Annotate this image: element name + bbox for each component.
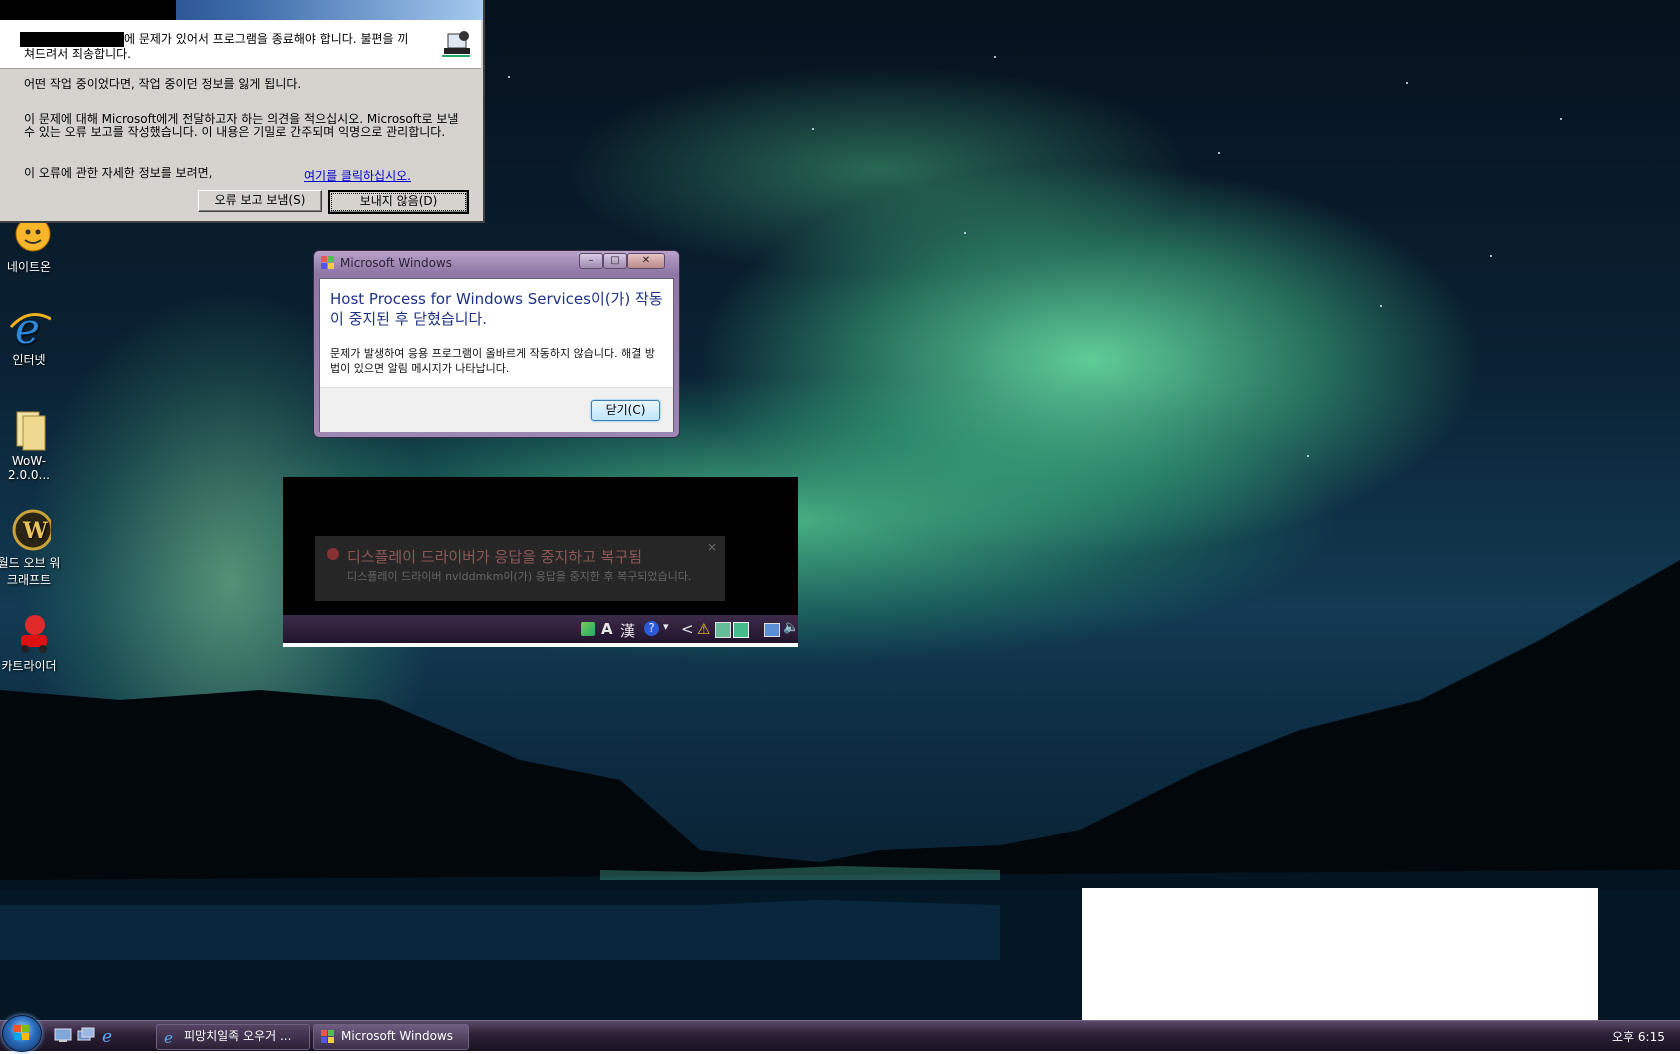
application-icon (321, 1030, 334, 1043)
ime-tool-icon[interactable] (581, 622, 595, 636)
redacted-program-name (20, 32, 124, 47)
network-icon[interactable] (715, 622, 731, 638)
desktop-icon-label: 월드 오브 워크래프트 (0, 556, 61, 587)
captured-taskbar-tray: A 漢 ? ▾ < ⚠ 🔈 (283, 615, 798, 643)
taskbar-button-label: 피망치일족 오우거 ... (184, 1029, 292, 1043)
kartrider-icon (7, 611, 51, 655)
taskbar-button-microsoft-windows[interactable]: Microsoft Windows (313, 1024, 469, 1050)
close-icon: ✕ (641, 255, 651, 266)
ime-mode-a[interactable]: A (601, 620, 613, 638)
internet-explorer-quicklaunch-icon[interactable]: e (100, 1027, 118, 1043)
desktop-icon-kartrider[interactable]: 카트라이더 (0, 611, 64, 674)
desktop-icon-world-of-warcraft[interactable]: W 월드 오브 워크래프트 (0, 508, 64, 588)
send-report-button[interactable]: 오류 보고 보냄(S) (198, 190, 322, 212)
application-icon (321, 256, 334, 269)
feedback-notice: 이 문제에 대해 Microsoft에게 전달하고자 하는 의견을 적으십시오.… (24, 112, 459, 139)
desktop-icon-label: 카트라이더 (1, 659, 57, 673)
security-check-icon[interactable] (733, 622, 749, 638)
maximize-button[interactable]: □ (603, 253, 627, 269)
svg-text:e: e (164, 1029, 173, 1045)
error-report-computer-icon (442, 31, 470, 57)
driver-recovered-balloon: 디스플레이 드라이버가 응답을 중지하고 복구됨 디스플레이 드라이버 nvld… (315, 536, 725, 601)
maximize-icon: □ (610, 255, 620, 266)
svg-text:e: e (102, 1027, 112, 1043)
switch-windows-icon[interactable] (77, 1027, 95, 1043)
dialog-title: Microsoft Windows (340, 256, 452, 270)
error-report-titlebar[interactable] (0, 0, 483, 20)
taskbar-button-browser[interactable]: e 피망치일족 오우거 ... (156, 1024, 310, 1050)
redacted-title (0, 0, 176, 20)
desktop-icon-wow-folder[interactable]: WoW-2.0.0... (0, 408, 64, 482)
main-instruction: Host Process for Windows Services이(가) 작동… (330, 290, 663, 328)
show-desktop-icon[interactable] (54, 1027, 72, 1043)
windows-error-dialog: Microsoft Windows – □ ✕ Host Process for… (313, 250, 680, 438)
close-window-button[interactable]: ✕ (627, 253, 665, 269)
strip-bottom-line (283, 643, 798, 647)
balloon-title: 디스플레이 드라이버가 응답을 중지하고 복구됨 (347, 548, 643, 566)
start-button[interactable] (2, 1015, 42, 1052)
ime-options-icon[interactable]: ▾ (663, 620, 669, 633)
close-button[interactable]: 닫기(C) (591, 400, 660, 421)
warning-icon[interactable]: ⚠ (697, 620, 710, 638)
desktop-icon-label: 네이트온 (6, 260, 52, 274)
dialog-footer: 닫기(C) (320, 387, 673, 432)
balloon-close-icon[interactable]: × (707, 540, 717, 554)
volume-icon[interactable]: 🔈 (783, 620, 798, 635)
desktop-icon-label: 인터넷 (12, 353, 46, 367)
ime-hanja[interactable]: 漢 (620, 620, 635, 641)
data-loss-notice: 어떤 작업 중이었다면, 작업 중이던 정보를 잃게 됩니다. (24, 77, 302, 91)
minimize-icon: – (588, 255, 594, 266)
dialog-client-area: Host Process for Windows Services이(가) 작동… (319, 278, 674, 432)
dialog-content-text: 문제가 발생하여 응용 프로그램이 올바르게 작동하지 않습니다. 해결 방법이… (330, 347, 655, 375)
desktop-icon-internet[interactable]: e 인터넷 (0, 304, 64, 368)
world-of-warcraft-icon: W (7, 508, 54, 552)
minimize-button[interactable]: – (579, 253, 603, 269)
svg-text:W: W (22, 518, 48, 544)
details-link[interactable]: 여기를 클릭하십시오. (304, 167, 411, 184)
svg-text:e: e (15, 305, 40, 349)
internet-explorer-icon: e (7, 304, 52, 353)
error-report-header: 에 문제가 있어서 프로그램을 종료해야 합니다. 불편을 끼쳐드려서 죄송합니… (0, 20, 481, 69)
help-icon[interactable]: ? (644, 621, 659, 636)
dont-send-button[interactable]: 보내지 않음(D) (328, 190, 469, 214)
display-icon[interactable] (764, 623, 780, 637)
error-report-dialog: 에 문제가 있어서 프로그램을 종료해야 합니다. 불편을 끼쳐드려서 죄송합니… (0, 0, 485, 223)
warning-shield-icon (327, 548, 339, 560)
details-prefix: 이 오류에 관한 자세한 정보를 보려면, (24, 166, 213, 180)
taskbar-button-label: Microsoft Windows (341, 1029, 453, 1043)
internet-explorer-icon: e (164, 1029, 173, 1045)
captured-screen-strip: 디스플레이 드라이버가 응답을 중지하고 복구됨 디스플레이 드라이버 nvld… (283, 477, 798, 647)
balloon-body: 디스플레이 드라이버 nvlddmkm이(가) 응답을 중지한 후 복구되었습니… (347, 570, 692, 583)
desktop-icon-label: WoW-2.0.0... (8, 454, 50, 482)
taskbar-clock[interactable]: 오후 6:15 (1612, 1028, 1665, 1045)
windows-logo-icon (14, 1025, 29, 1040)
folder-icon (7, 408, 51, 452)
show-hidden-icons-chevron[interactable]: < (681, 620, 694, 638)
